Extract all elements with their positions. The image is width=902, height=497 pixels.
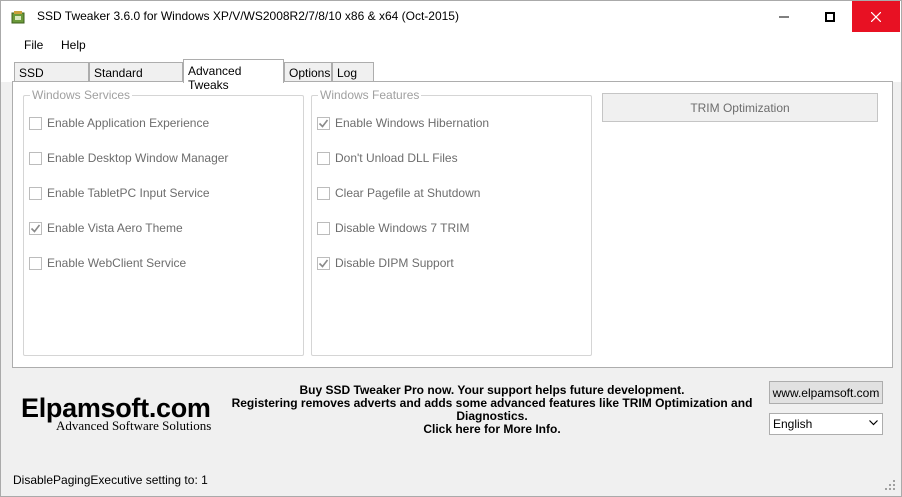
checkbox-disable-dipm[interactable]: Disable DIPM Support [317, 256, 454, 270]
checkbox-label: Clear Pagefile at Shutdown [335, 186, 481, 200]
group-legend: Windows Features [318, 88, 422, 102]
checkbox-windows-hibernation[interactable]: Enable Windows Hibernation [317, 116, 489, 130]
checkbox-box[interactable] [29, 256, 42, 270]
promo-text[interactable]: Buy SSD Tweaker Pro now. Your support he… [223, 384, 761, 436]
checkbox-box[interactable] [29, 151, 42, 165]
checkbox-box[interactable] [317, 221, 330, 235]
maximize-icon [825, 11, 835, 22]
tab-label: Log [337, 66, 358, 80]
checkmark-icon [318, 259, 329, 268]
checkbox-box[interactable] [317, 151, 330, 165]
checkbox-webclient-service[interactable]: Enable WebClient Service [29, 256, 186, 270]
promo-line-3: Click here for More Info. [423, 422, 561, 436]
tab-label: Options [289, 66, 331, 80]
title-bar[interactable]: SSD Tweaker 3.6.0 for Windows XP/V/WS200… [1, 1, 901, 32]
app-window: SSD Tweaker 3.6.0 for Windows XP/V/WS200… [0, 0, 902, 497]
windows-services-group: Windows Services Enable Application Expe… [23, 88, 304, 356]
advanced-tweaks-panel: Windows Services Enable Application Expe… [12, 81, 893, 368]
tab-ssd-tweaker[interactable]: SSD Tweaker [14, 62, 89, 94]
status-text: DisablePagingExecutive setting to: 1 [13, 473, 208, 487]
menu-help[interactable]: Help [61, 38, 86, 52]
tab-standard-tweaks[interactable]: Standard Tweaks [89, 62, 183, 94]
checkbox-label: Don't Unload DLL Files [335, 151, 458, 165]
logo-subtitle: Advanced Software Solutions [56, 418, 212, 433]
app-icon [11, 11, 25, 24]
resize-grip-icon[interactable] [885, 480, 895, 490]
checkbox-disable-win7-trim[interactable]: Disable Windows 7 TRIM [317, 221, 469, 235]
tab-options[interactable]: Options [284, 62, 332, 82]
checkbox-box[interactable] [317, 256, 330, 270]
checkbox-vista-aero-theme[interactable]: Enable Vista Aero Theme [29, 221, 183, 235]
checkbox-label: Enable Vista Aero Theme [47, 221, 183, 235]
language-select[interactable]: English [769, 413, 883, 435]
checkbox-label: Disable Windows 7 TRIM [335, 221, 470, 235]
tab-advanced-tweaks[interactable]: Advanced Tweaks [183, 59, 284, 92]
website-button[interactable]: www.elpamsoft.com [769, 381, 883, 404]
checkbox-desktop-window-manager[interactable]: Enable Desktop Window Manager [29, 151, 228, 165]
checkmark-icon [318, 119, 329, 128]
checkbox-box[interactable] [29, 186, 42, 200]
checkbox-label: Enable Desktop Window Manager [47, 151, 229, 165]
checkbox-tabletpc-input-service[interactable]: Enable TabletPC Input Service [29, 186, 210, 200]
checkbox-dont-unload-dll[interactable]: Don't Unload DLL Files [317, 151, 458, 165]
tab-strip: SSD Tweaker Standard Tweaks Advanced Twe… [1, 57, 901, 94]
minimize-icon [779, 16, 789, 17]
group-legend: Windows Services [30, 88, 133, 102]
checkbox-label: Enable Application Experience [47, 116, 210, 130]
checkmark-icon [30, 224, 41, 233]
menu-file[interactable]: File [24, 38, 43, 52]
minimize-button[interactable] [761, 1, 807, 32]
chevron-down-icon [869, 420, 878, 426]
checkbox-box[interactable] [29, 221, 42, 235]
close-button[interactable] [852, 1, 900, 32]
checkbox-application-experience[interactable]: Enable Application Experience [29, 116, 209, 130]
checkbox-box[interactable] [317, 116, 330, 130]
checkbox-label: Disable DIPM Support [335, 256, 454, 270]
close-icon [871, 11, 881, 22]
language-value: English [773, 417, 813, 431]
window-title: SSD Tweaker 3.6.0 for Windows XP/V/WS200… [37, 9, 459, 23]
checkbox-box[interactable] [317, 186, 330, 200]
checkbox-label: Enable WebClient Service [47, 256, 187, 270]
menu-bar: File Help [1, 32, 901, 57]
promo-line-2: Registering removes adverts and adds som… [231, 396, 753, 423]
trim-optimization-button[interactable]: TRIM Optimization [602, 93, 878, 122]
tab-log[interactable]: Log [332, 62, 374, 82]
maximize-button[interactable] [807, 1, 853, 32]
elpamsoft-logo[interactable]: Elpamsoft.com Advanced Software Solution… [21, 394, 231, 434]
checkbox-label: Enable Windows Hibernation [335, 116, 490, 130]
checkbox-box[interactable] [29, 116, 42, 130]
checkbox-label: Enable TabletPC Input Service [47, 186, 210, 200]
checkbox-clear-pagefile[interactable]: Clear Pagefile at Shutdown [317, 186, 480, 200]
windows-features-group: Windows Features Enable Windows Hibernat… [311, 88, 592, 356]
